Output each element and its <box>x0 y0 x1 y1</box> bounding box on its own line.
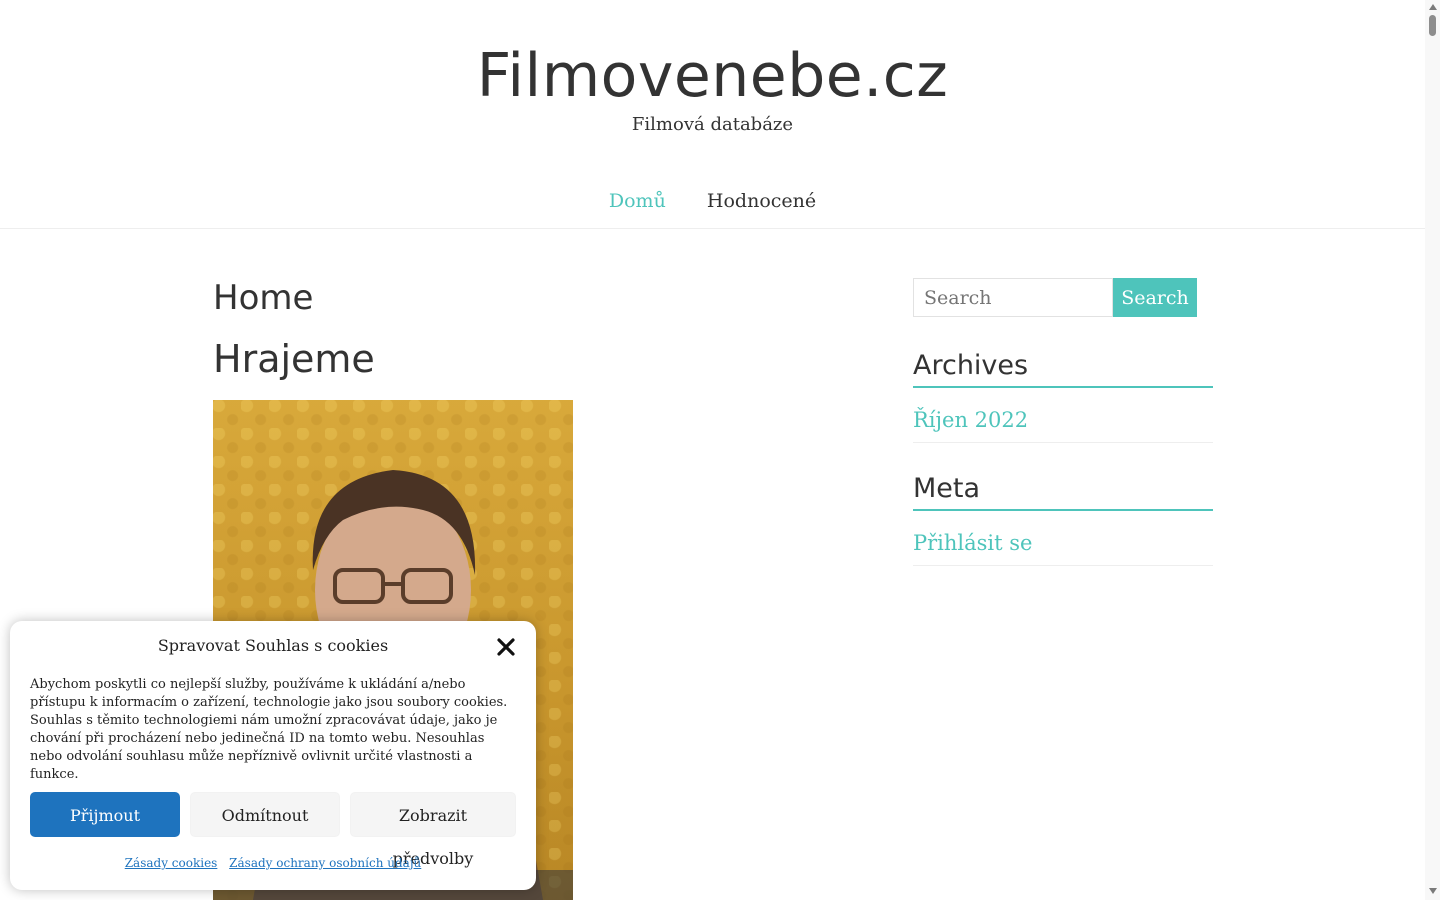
deny-cookies-button[interactable]: Odmítnout <box>190 792 340 837</box>
privacy-policy-link[interactable]: Zásady ochrany osobních údajů <box>229 856 421 870</box>
search-input[interactable] <box>913 278 1113 317</box>
page-scrollbar[interactable] <box>1425 0 1440 900</box>
close-icon[interactable] <box>496 637 516 657</box>
site-header: Filmovenebe.cz Filmová databáze Domů Hod… <box>0 0 1425 229</box>
main-nav: Domů Hodnocené <box>0 187 1425 215</box>
cookie-dialog-text: Abychom poskytli co nejlepší služby, pou… <box>30 677 508 782</box>
scrollbar-thumb[interactable] <box>1429 15 1436 36</box>
cookie-consent-dialog: Spravovat Souhlas s cookies Abychom posk… <box>10 621 536 890</box>
post-title[interactable]: Hrajeme <box>213 338 375 380</box>
site-tagline: Filmová databáze <box>631 114 794 135</box>
nav-item-domu[interactable]: Domů <box>609 187 666 215</box>
meta-widget-title: Meta <box>913 473 1213 511</box>
site-title[interactable]: Filmovenebe.cz <box>0 40 1425 112</box>
page-title: Home <box>213 278 314 318</box>
archive-link[interactable]: Říjen 2022 <box>913 406 1213 443</box>
search-button[interactable]: Search <box>1113 278 1197 317</box>
scroll-down-arrow-icon[interactable] <box>1429 888 1437 894</box>
scroll-up-arrow-icon[interactable] <box>1429 4 1437 10</box>
archives-widget-title: Archives <box>913 350 1213 388</box>
cookie-policy-links: Zásady cookies Zásady ochrany osobních ú… <box>10 854 536 872</box>
cookie-policy-link[interactable]: Zásady cookies <box>125 856 218 870</box>
cookie-dialog-title: Spravovat Souhlas s cookies <box>157 636 389 655</box>
nav-item-hodnocene[interactable]: Hodnocené <box>707 187 816 215</box>
accept-cookies-button[interactable]: Přijmout <box>30 792 180 837</box>
login-link[interactable]: Přihlásit se <box>913 529 1213 566</box>
view-preferences-button[interactable]: Zobrazit předvolby <box>350 792 516 868</box>
search-form: Search <box>913 278 1213 317</box>
